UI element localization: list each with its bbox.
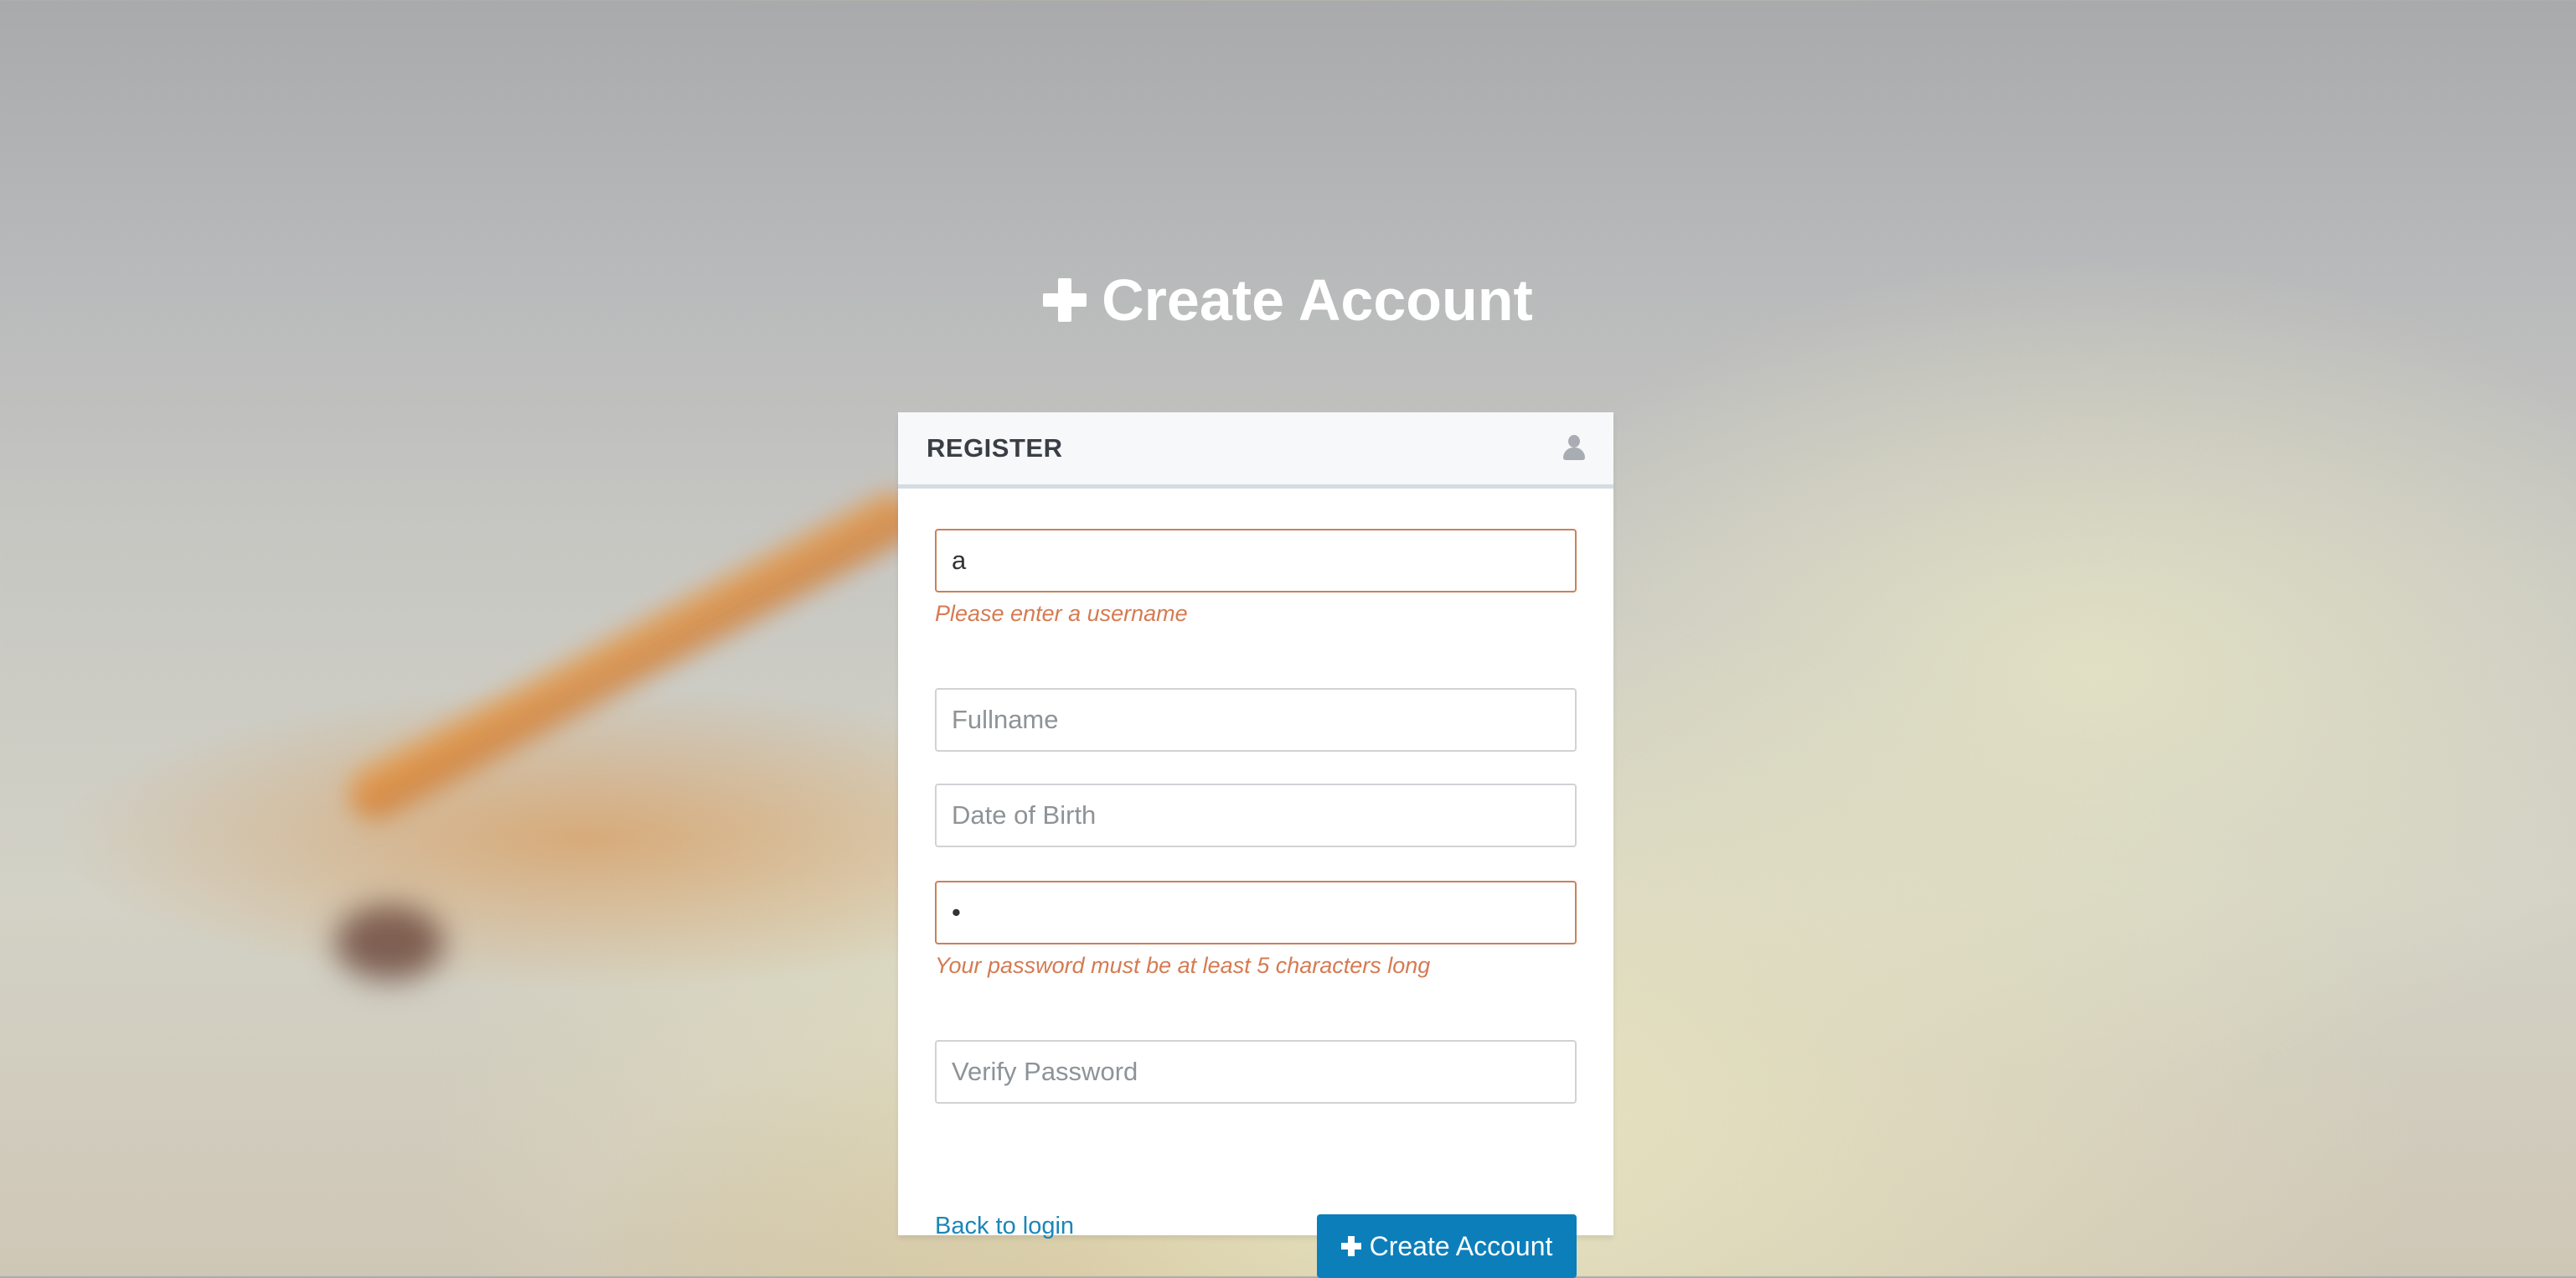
password-error-message: Your password must be at least 5 charact… (935, 953, 1431, 978)
page-title: Create Account (0, 266, 2576, 334)
username-field[interactable] (935, 529, 1577, 592)
verify-password-field[interactable] (935, 1040, 1577, 1104)
register-card: REGISTER Please enter a username Your pa… (898, 412, 1613, 1278)
username-error-message: Please enter a username (935, 601, 1188, 626)
fullname-field[interactable] (935, 688, 1577, 752)
background-pencil-eraser (335, 905, 444, 980)
plus-icon (1043, 278, 1087, 322)
user-icon (1563, 435, 1585, 462)
create-account-button[interactable]: Create Account (1317, 1214, 1577, 1278)
password-field[interactable] (935, 881, 1577, 944)
create-account-button-label: Create Account (1369, 1230, 1553, 1261)
register-card-title: REGISTER (927, 433, 1063, 463)
register-card-header: REGISTER (898, 412, 1613, 489)
page-title-text: Create Account (1102, 267, 1533, 333)
date-of-birth-field[interactable] (935, 784, 1577, 847)
back-to-login-link[interactable]: Back to login (935, 1213, 1074, 1240)
plus-icon (1340, 1236, 1361, 1256)
background-pencil (339, 483, 927, 829)
